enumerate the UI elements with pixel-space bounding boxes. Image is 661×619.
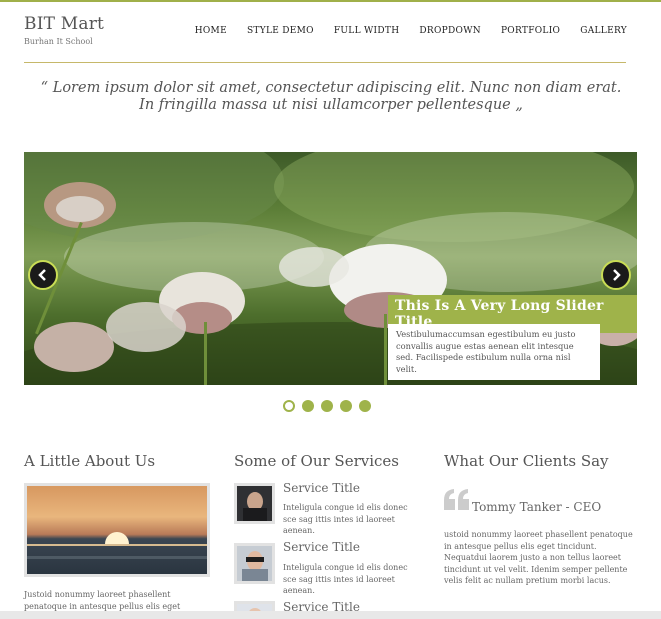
nav-dropdown[interactable]: DROPDOWN: [419, 26, 481, 36]
arrow-left-icon: [38, 269, 46, 281]
slider-prev-button[interactable]: [28, 260, 58, 290]
services-heading: Some of Our Services: [234, 452, 399, 470]
slider-dot-2[interactable]: [302, 400, 314, 412]
nav-portfolio[interactable]: PORTFOLIO: [501, 26, 560, 36]
about-text: Justoid nonummy laoreet phasellent penat…: [24, 590, 181, 611]
slider-next-button[interactable]: [601, 260, 631, 290]
nav-home[interactable]: HOME: [195, 26, 227, 36]
slider-caption-text: Vestibulumaccumsan egestibulum eu justo …: [388, 324, 600, 380]
slider-pagination: [283, 400, 371, 412]
site-subtitle: Burhan It School: [24, 37, 93, 46]
slider-dot-1[interactable]: [283, 400, 295, 412]
slider-dot-3[interactable]: [321, 400, 333, 412]
about-image: [24, 483, 210, 577]
client-testimonial: ustoid nonummy laoreet phasellent penato…: [444, 530, 633, 585]
nav-full-width[interactable]: FULL WIDTH: [334, 26, 400, 36]
client-name: Tommy Tanker - CEO: [472, 500, 602, 514]
main-nav: HOME STYLE DEMO FULL WIDTH DROPDOWN PORT…: [195, 26, 627, 36]
nav-style-demo[interactable]: STYLE DEMO: [247, 26, 314, 36]
service-title-2[interactable]: Service Title: [283, 540, 360, 554]
image-slider[interactable]: This Is A Very Long Slider Title Vestibu…: [24, 152, 637, 385]
page: BIT Mart Burhan It School HOME STYLE DEM…: [0, 0, 661, 611]
site-title[interactable]: BIT Mart: [24, 14, 104, 34]
header-divider: [24, 62, 626, 63]
service-title-3[interactable]: Service Title: [283, 600, 360, 611]
brand[interactable]: BIT Mart Burhan It School: [24, 14, 104, 46]
nav-gallery[interactable]: GALLERY: [580, 26, 627, 36]
about-heading: A Little About Us: [24, 452, 156, 470]
arrow-right-icon: [613, 269, 621, 281]
service-text-1: Inteligula congue id elis donec sce sag …: [283, 503, 408, 535]
horizontal-scrollbar[interactable]: [0, 611, 661, 619]
service-thumb-3: [234, 601, 275, 611]
slider-dot-5[interactable]: [359, 400, 371, 412]
service-title-1[interactable]: Service Title: [283, 481, 360, 495]
clients-heading: What Our Clients Say: [444, 452, 609, 470]
slider-dot-4[interactable]: [340, 400, 352, 412]
tagline-quote: “ Lorem ipsum dolor sit amet, consectetu…: [40, 80, 622, 113]
service-thumb-2: [234, 543, 275, 584]
service-thumb-1: [234, 483, 275, 524]
service-text-2: Inteligula congue id elis donec sce sag …: [283, 563, 408, 595]
quote-icon: [444, 488, 470, 514]
